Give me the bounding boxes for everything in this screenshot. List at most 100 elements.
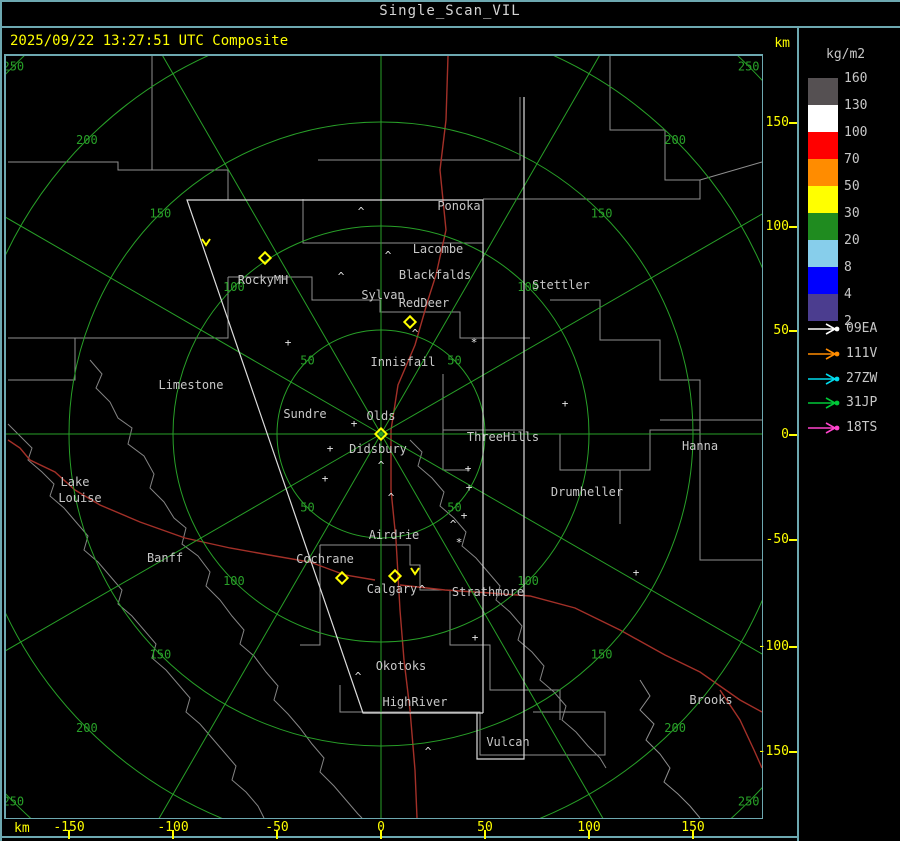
scan-sector-boundary [476, 97, 525, 760]
right-axis-tick [789, 330, 797, 332]
bottom-axis-tick-label: 100 [577, 820, 601, 835]
city-label-blackfalds: Blackfalds [399, 268, 471, 282]
bottom-axis-tick-label: 50 [477, 820, 493, 835]
range-ring-label: 200 [76, 133, 98, 147]
range-ring-label: 50 [300, 353, 314, 367]
city-label-drumheller: Drumheller [551, 485, 623, 499]
city-label-ponoka: Ponoka [437, 199, 480, 213]
radial-line [162, 56, 382, 435]
caret-marker-icon: ^ [412, 327, 419, 340]
colorscale-swatch [808, 186, 838, 213]
city-label-airdrie: Airdrie [369, 528, 420, 542]
bottom-axis-tick-label: 150 [681, 820, 705, 835]
city-label-sundre: Sundre [283, 407, 326, 421]
titlebar-divider [0, 26, 900, 28]
city-label-vulcan: Vulcan [486, 735, 529, 749]
range-ring-label: 150 [150, 648, 172, 662]
right-axis-line [797, 28, 799, 841]
station-arrow-icon [808, 348, 840, 360]
colorscale-swatch [808, 294, 838, 321]
caret-marker-icon: ^ [355, 670, 362, 683]
right-axis-tick-label: 0 [781, 427, 789, 442]
site-diamond-icon [402, 314, 418, 330]
site-diamond-icon [257, 250, 273, 266]
city-label-banff: Banff [147, 551, 183, 565]
star-marker-icon: * [471, 336, 478, 349]
city-label-hanna: Hanna [682, 439, 718, 453]
city-label-lake: Lake [61, 475, 90, 489]
city-label-olds: Olds [367, 409, 396, 423]
caret-marker-icon: ^ [450, 518, 457, 531]
city-label-okotoks: Okotoks [376, 659, 427, 673]
colorscale-swatch [808, 240, 838, 267]
city-label-highriver: HighRiver [382, 695, 447, 709]
right-axis-tick-label: 100 [765, 219, 789, 234]
range-ring-label: 50 [447, 501, 461, 515]
right-axis-tick [789, 646, 797, 648]
plus-marker-icon: + [465, 462, 472, 475]
caret-marker-icon: ^ [388, 491, 395, 504]
colorscale-swatch [808, 132, 838, 159]
plus-marker-icon: + [461, 509, 468, 522]
city-label-rockymh: RockyMH [238, 273, 289, 287]
colorscale-value: 20 [844, 233, 860, 248]
caret-marker-icon: ^ [378, 459, 385, 472]
plus-marker-icon: + [322, 472, 329, 485]
colorscale-value: 160 [844, 71, 868, 86]
colorscale-value: 70 [844, 152, 860, 167]
titlebar: Single_Scan_VIL [0, 3, 900, 19]
station-arrow-icon [808, 422, 840, 434]
range-ring-label: 50 [300, 501, 314, 515]
station-id: 111V [846, 345, 878, 361]
plus-marker-icon: + [633, 566, 640, 579]
colorscale-swatch [808, 159, 838, 186]
station-id: 27ZW [846, 370, 878, 386]
caret-marker-icon: ^ [425, 745, 432, 758]
range-ring-label: 150 [591, 206, 613, 220]
bottom-axis-tick-label: -50 [265, 820, 289, 835]
colorscale-value: 130 [844, 98, 868, 113]
bottom-axis-tick-label: 0 [377, 820, 385, 835]
range-ring-label: 200 [664, 721, 686, 735]
plus-marker-icon: + [562, 397, 569, 410]
range-ring-label: 200 [664, 133, 686, 147]
city-label-calgary: Calgary [367, 582, 418, 596]
bottom-border [0, 836, 799, 838]
city-label-limestone: Limestone [158, 378, 223, 392]
right-axis-tick-label: 150 [765, 115, 789, 130]
station-arrow-icon [808, 323, 840, 335]
city-label-threehills: ThreeHills [467, 430, 539, 444]
city-label-brooks: Brooks [689, 693, 732, 707]
city-label-cochrane: Cochrane [296, 552, 354, 566]
right-axis-tick [789, 122, 797, 124]
range-ring-label: 100 [223, 574, 245, 588]
storm-arrow-icon [201, 238, 211, 247]
bottom-axis-tick-label: -150 [53, 820, 85, 835]
station-arrow-icon [808, 372, 840, 385]
radar-map-canvas[interactable]: 50 5050 50100 100100 100150 150150 150200 20020… [6, 56, 762, 818]
range-ring-label: 250 [738, 795, 760, 809]
plus-marker-icon: + [472, 631, 479, 644]
range-ring-label: 150 [591, 648, 613, 662]
plus-marker-icon: + [351, 417, 358, 430]
colorscale-value: 50 [844, 179, 860, 194]
radial-line [380, 213, 762, 435]
top-border [0, 0, 900, 2]
station-id: 09EA [846, 321, 878, 336]
right-axis-tick-label: -150 [757, 744, 789, 759]
bottom-axis-unit: km [14, 821, 30, 836]
right-axis-tick [789, 539, 797, 541]
radial-line [6, 216, 382, 435]
caret-marker-icon: ^ [358, 205, 365, 218]
colorscale-value: 100 [844, 125, 868, 140]
plus-marker-icon: + [327, 442, 334, 455]
right-axis-tick [789, 226, 797, 228]
caret-marker-icon: ^ [338, 270, 345, 283]
right-axis-tick-label: 50 [773, 323, 789, 338]
bottom-axis-tick-label: -100 [157, 820, 189, 835]
caret-marker-icon: ^ [419, 583, 426, 596]
colorscale-swatch [808, 267, 838, 294]
colorscale-swatch [808, 78, 838, 105]
range-ring-label: 50 [447, 353, 461, 367]
right-axis-tick [789, 434, 797, 436]
